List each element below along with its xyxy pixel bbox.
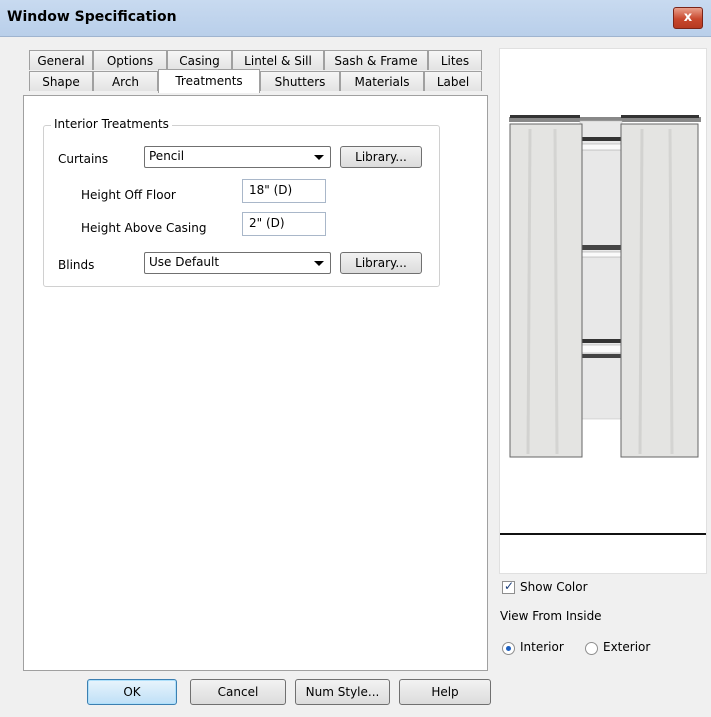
tab-label: Sash & Frame: [334, 54, 418, 68]
tab-label: Casing: [179, 54, 220, 68]
blinds-value: Use Default: [149, 255, 220, 269]
help-button[interactable]: Help: [399, 679, 491, 705]
curtains-value: Pencil: [149, 149, 185, 163]
view-from-inside-label: View From Inside: [500, 609, 602, 623]
selected-dot: [506, 646, 511, 651]
tab-treatments[interactable]: Treatments: [158, 69, 260, 93]
curtain-preview-image: [500, 115, 706, 535]
num-style-button[interactable]: Num Style...: [295, 679, 390, 705]
height-above-casing-input[interactable]: 2" (D): [242, 212, 326, 236]
tab-shape[interactable]: Shape: [29, 71, 93, 91]
blinds-library-button[interactable]: Library...: [340, 252, 422, 274]
tab-label: Shape: [42, 75, 80, 89]
exterior-radio[interactable]: [585, 642, 598, 655]
group-title: Interior Treatments: [51, 117, 172, 131]
height-off-floor-value: 18" (D): [249, 183, 293, 197]
blinds-label: Blinds: [58, 258, 95, 272]
interior-radio-label: Interior: [520, 640, 564, 654]
tab-label: General: [37, 54, 85, 68]
ok-button[interactable]: OK: [87, 679, 177, 705]
tab-casing[interactable]: Casing: [167, 50, 232, 70]
tab-label: Shutters: [274, 75, 326, 89]
height-off-floor-input[interactable]: 18" (D): [242, 179, 326, 203]
chevron-down-icon: [314, 261, 324, 266]
exterior-radio-label: Exterior: [603, 640, 651, 654]
curtains-label: Curtains: [58, 152, 109, 166]
tab-label[interactable]: Label: [424, 71, 482, 91]
tab-materials[interactable]: Materials: [340, 71, 424, 91]
treatments-panel: Interior Treatments Curtains Pencil Libr…: [23, 95, 488, 671]
show-color-checkbox[interactable]: ✓: [502, 579, 515, 594]
tab-label: Materials: [354, 75, 410, 89]
curtains-library-button[interactable]: Library...: [340, 146, 422, 168]
interior-treatments-group: Interior Treatments Curtains Pencil Libr…: [43, 117, 440, 287]
tab-general[interactable]: General: [29, 50, 93, 70]
blinds-dropdown[interactable]: Use Default: [144, 252, 331, 274]
close-button[interactable]: x: [673, 7, 703, 29]
height-above-casing-value: 2" (D): [249, 216, 285, 230]
window-preview: [499, 48, 707, 574]
tab-label: Lites: [440, 54, 470, 68]
interior-radio[interactable]: [502, 642, 515, 655]
title-bar: Window Specification x: [0, 0, 711, 37]
tab-label: Options: [106, 54, 154, 68]
curtains-dropdown[interactable]: Pencil: [144, 146, 331, 168]
tab-lintel-sill[interactable]: Lintel & Sill: [232, 50, 324, 70]
show-color-label: Show Color: [520, 580, 588, 594]
tab-lites[interactable]: Lites: [428, 50, 482, 70]
window-title: Window Specification: [7, 9, 177, 25]
chevron-down-icon: [314, 155, 324, 160]
height-above-casing-label: Height Above Casing: [81, 221, 207, 235]
tab-sash-frame[interactable]: Sash & Frame: [324, 50, 428, 70]
tab-label: Arch: [111, 75, 140, 89]
tab-options[interactable]: Options: [93, 50, 167, 70]
tab-label: Label: [436, 75, 470, 89]
cancel-button[interactable]: Cancel: [190, 679, 286, 705]
tab-label: Treatments: [175, 74, 243, 88]
height-off-floor-label: Height Off Floor: [81, 188, 176, 202]
tab-label: Lintel & Sill: [244, 54, 312, 68]
check-icon: ✓: [504, 579, 515, 593]
tab-arch[interactable]: Arch: [93, 71, 158, 91]
tab-shutters[interactable]: Shutters: [260, 71, 340, 91]
dialog-client: General Options Casing Lintel & Sill Sas…: [0, 37, 711, 717]
